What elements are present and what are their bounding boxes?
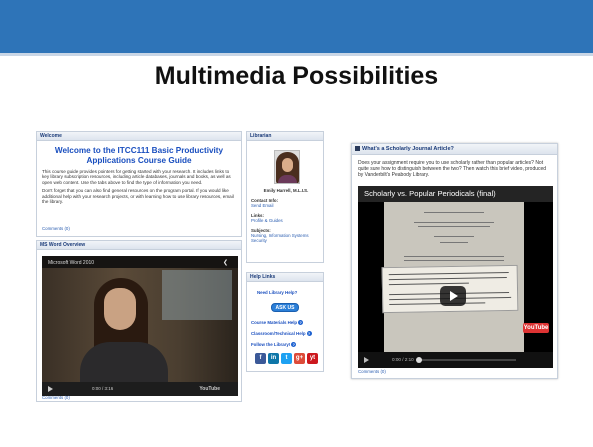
welcome-panel-header: Welcome xyxy=(37,132,241,141)
course-help-row[interactable]: Course Materials Help? xyxy=(251,320,304,325)
word-video-title: Microsoft Word 2010 xyxy=(48,260,95,266)
librarian-photo xyxy=(274,150,300,184)
word-video-player[interactable]: Microsoft Word 2010 ❮ 0:00 / 3:16 YouTub… xyxy=(42,256,238,396)
welcome-comments-link[interactable]: Comments (0) xyxy=(42,226,70,231)
ask-us-button[interactable]: ASK US xyxy=(271,303,299,312)
play-icon[interactable] xyxy=(48,386,53,392)
presenter-face xyxy=(104,288,136,330)
word-comments-link[interactable]: Comments (0) xyxy=(42,395,70,400)
follow-row[interactable]: Follow the Library!? xyxy=(251,342,297,347)
librarian-name: Emily Harrell, M.L.I.S. xyxy=(263,188,309,193)
linkedin-icon[interactable]: in xyxy=(268,353,279,364)
word-overview-panel: MS Word Overview Microsoft Word 2010 ❮ 0… xyxy=(36,240,242,402)
box-icon xyxy=(355,146,360,151)
help-icon: ? xyxy=(306,331,312,336)
scholarly-article-panel: What's a Scholarly Journal Article? Does… xyxy=(351,143,558,379)
links-info: Links: Profile & Guides xyxy=(251,213,283,223)
youtube-logo[interactable]: YouTube xyxy=(523,323,549,333)
scholarly-comments-link[interactable]: Comments (0) xyxy=(358,369,386,374)
play-icon[interactable] xyxy=(364,357,369,363)
play-button-icon[interactable] xyxy=(440,286,466,306)
follow-library-link[interactable]: Follow the Library! xyxy=(251,342,290,347)
progress-bar[interactable] xyxy=(418,359,516,361)
welcome-title: Welcome to the ITCC111 Basic Productivit… xyxy=(54,146,224,165)
twitter-icon[interactable]: t xyxy=(281,353,292,364)
classroom-help-link[interactable]: Classroom/Technical Help xyxy=(251,331,306,336)
youtube-icon[interactable]: yt xyxy=(307,353,318,364)
facebook-icon[interactable]: f xyxy=(255,353,266,364)
help-links-header: Help Links xyxy=(247,273,323,282)
need-help-link[interactable]: Need Library Help? xyxy=(257,290,297,295)
slide-title: Multimedia Possibilities xyxy=(154,62,439,90)
help-icon: ? xyxy=(291,342,297,347)
social-icons: f in t g+ yt xyxy=(255,353,318,364)
course-help-link[interactable]: Course Materials Help xyxy=(251,320,297,325)
presenter-body xyxy=(80,342,168,382)
youtube-logo[interactable]: YouTube xyxy=(199,386,220,392)
send-email-link[interactable]: Send Email xyxy=(251,203,273,208)
share-icon[interactable]: ❮ xyxy=(223,259,228,266)
subjects-info: Subjects: Nursing, Information Systems S… xyxy=(251,228,321,244)
contact-info: Contact Info: Send Email xyxy=(251,198,278,208)
scholarly-video-player[interactable]: Scholarly vs. Popular Periodicals (final… xyxy=(358,186,553,368)
help-links-panel: Help Links Need Library Help? ASK US Cou… xyxy=(246,272,324,372)
scholarly-video-title: Scholarly vs. Popular Periodicals (final… xyxy=(358,186,553,202)
scholarly-header-text: What's a Scholarly Journal Article? xyxy=(362,146,454,152)
classroom-help-row[interactable]: Classroom/Technical Help? xyxy=(251,331,312,336)
word-video-controls: 0:00 / 3:16 YouTube xyxy=(42,382,238,396)
subjects-link[interactable]: Nursing, Information Systems Security xyxy=(251,233,309,243)
help-icon: ? xyxy=(298,320,304,325)
librarian-header: Librarian xyxy=(247,132,323,141)
google-plus-icon[interactable]: g+ xyxy=(294,353,305,364)
progress-handle[interactable] xyxy=(416,357,422,363)
scholarly-description: Does your assignment require you to use … xyxy=(358,160,547,178)
librarian-panel: Librarian Emily Harrell, M.L.I.S. Contac… xyxy=(246,131,324,263)
profile-guides-link[interactable]: Profile & Guides xyxy=(251,218,283,223)
welcome-paragraph-2: Don't forget that you can also find gene… xyxy=(42,188,234,205)
scholarly-video-time: 0:00 / 2:10 xyxy=(392,357,414,362)
word-overview-header: MS Word Overview xyxy=(37,241,241,250)
video-window xyxy=(162,270,232,320)
scholarly-video-controls: 0:00 / 2:10 xyxy=(358,352,553,368)
welcome-panel: Welcome Welcome to the ITCC111 Basic Pro… xyxy=(36,131,242,237)
scholarly-header: What's a Scholarly Journal Article? xyxy=(352,144,557,155)
top-banner xyxy=(0,0,593,56)
welcome-paragraph-1: This course guide provides pointers for … xyxy=(42,169,231,185)
word-video-time: 0:00 / 3:16 xyxy=(92,386,114,391)
